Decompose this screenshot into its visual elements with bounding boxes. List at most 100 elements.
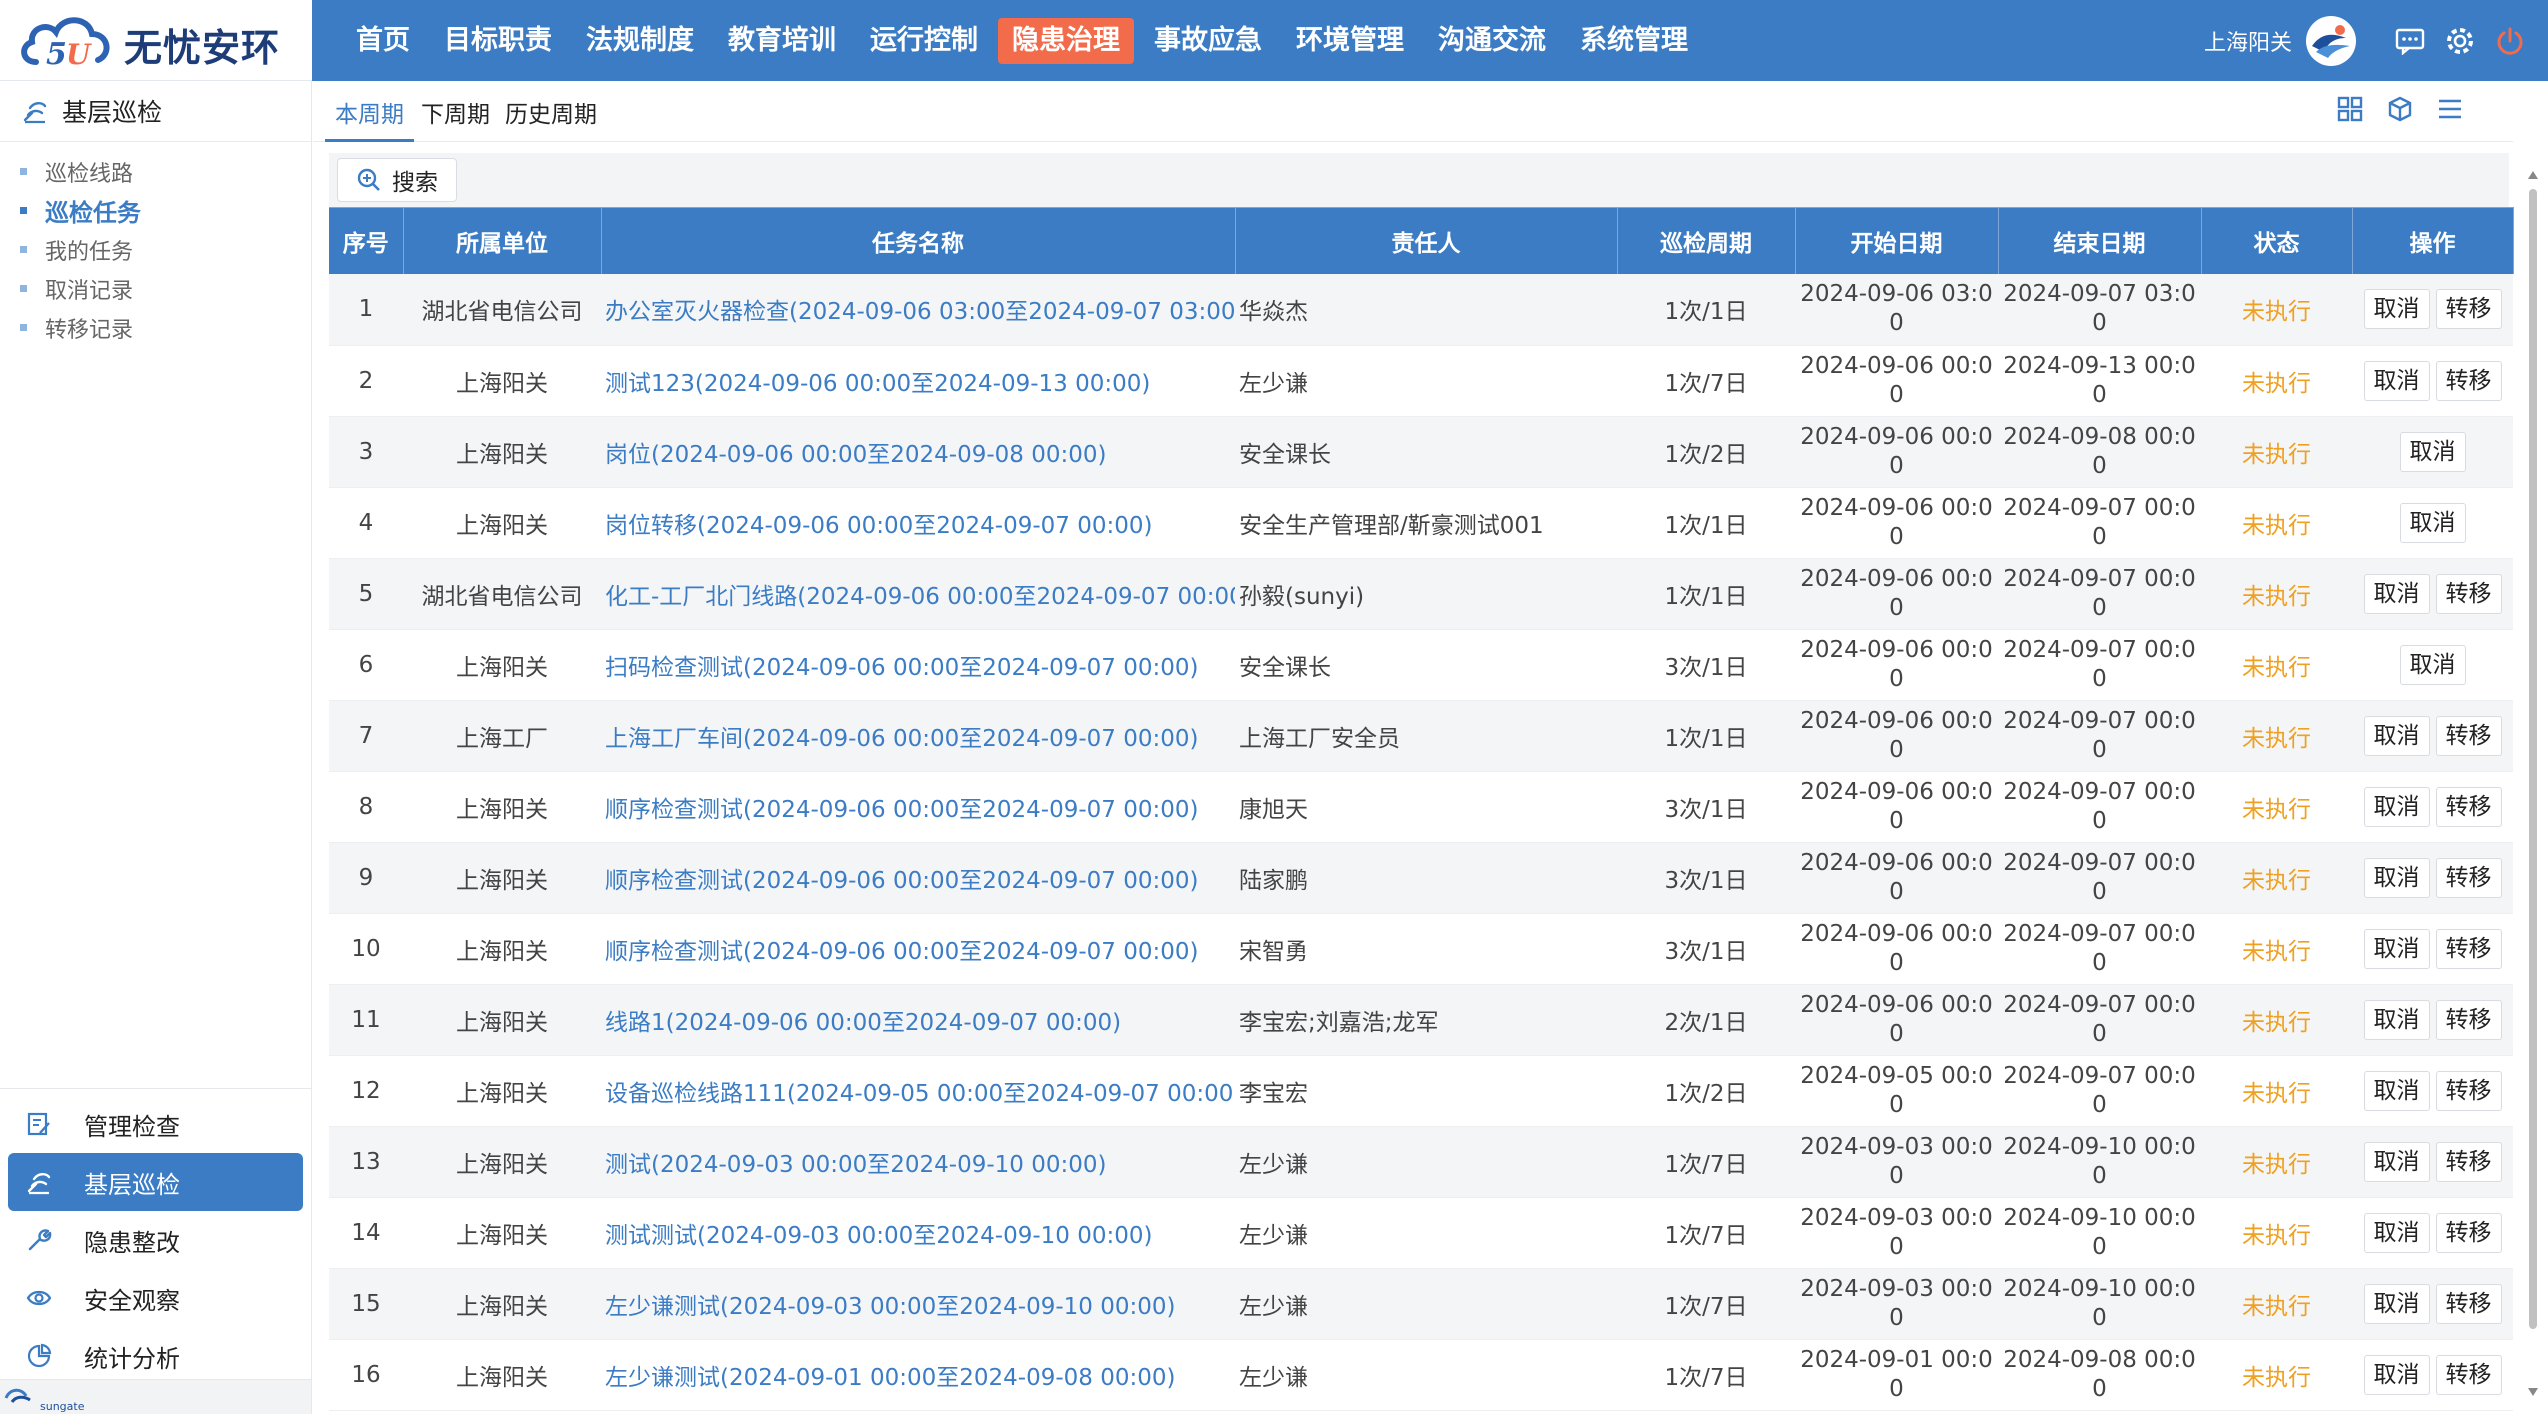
list-view-icon[interactable] — [2432, 91, 2468, 127]
nav-item-6[interactable]: 事故应急 — [1140, 18, 1276, 64]
task-name-link[interactable]: 测试测试(2024-09-03 00:00至2024-09-10 00:00) — [601, 1197, 1235, 1269]
task-name-link[interactable]: 线路1(2024-09-06 00:00至2024-09-07 00:00) — [601, 984, 1235, 1056]
task-name-link[interactable]: 设备巡检线路111(2024-09-05 00:00至2024-09-07 00… — [601, 1055, 1235, 1127]
sidebar-module-0[interactable]: 管理检查 — [8, 1095, 303, 1153]
cancel-button[interactable]: 取消 — [2363, 928, 2430, 969]
tab-0[interactable]: 本周期 — [325, 95, 414, 142]
grid-view-icon[interactable] — [2332, 91, 2368, 127]
transfer-button[interactable]: 转移 — [2435, 999, 2502, 1040]
sidebar-sub-item-3[interactable]: 取消记录 — [0, 269, 311, 308]
transfer-button[interactable]: 转移 — [2435, 1070, 2502, 1111]
scroll-up-icon[interactable] — [2528, 171, 2538, 179]
nav-item-4[interactable]: 运行控制 — [856, 18, 992, 64]
transfer-button[interactable]: 转移 — [2435, 1212, 2502, 1253]
start-date-cell: 2024-09-06 00:00 — [1795, 700, 1998, 772]
cancel-button[interactable]: 取消 — [2399, 502, 2466, 543]
column-header-3[interactable]: 责任人 — [1235, 207, 1618, 274]
search-button[interactable]: 搜索 — [337, 158, 457, 202]
column-header-2[interactable]: 任务名称 — [601, 207, 1236, 274]
nav-item-8[interactable]: 沟通交流 — [1424, 18, 1560, 64]
column-header-6[interactable]: 结束日期 — [1998, 207, 2202, 274]
task-name-link[interactable]: 岗位(2024-09-06 00:00至2024-09-08 00:00) — [601, 416, 1235, 488]
sidebar-module-2[interactable]: 隐患整改 — [8, 1211, 303, 1269]
transfer-button[interactable]: 转移 — [2435, 289, 2502, 330]
logo[interactable]: 5 U 无忧安环 — [0, 0, 312, 81]
cancel-button[interactable]: 取消 — [2363, 1212, 2430, 1253]
scrollbar-thumb[interactable] — [2529, 189, 2537, 1329]
cancel-button[interactable]: 取消 — [2363, 715, 2430, 756]
cancel-button[interactable]: 取消 — [2363, 999, 2430, 1040]
task-name-link[interactable]: 测试123(2024-09-06 00:00至2024-09-13 00:00) — [601, 345, 1235, 417]
cancel-button[interactable]: 取消 — [2363, 857, 2430, 898]
cancel-button[interactable]: 取消 — [2363, 1141, 2430, 1182]
column-header-7[interactable]: 状态 — [2201, 207, 2353, 274]
end-date-cell: 2024-09-07 00:00 — [1998, 629, 2201, 701]
task-name-link[interactable]: 化工-工厂北门线路(2024-09-06 00:00至2024-09-07 00… — [601, 558, 1235, 630]
cycle-cell: 3次/1日 — [1617, 629, 1795, 701]
cancel-button[interactable]: 取消 — [2363, 1070, 2430, 1111]
nav-item-3[interactable]: 教育培训 — [714, 18, 850, 64]
column-header-8[interactable]: 操作 — [2352, 207, 2514, 274]
status-badge: 未执行 — [2201, 629, 2352, 701]
tab-1[interactable]: 下周期 — [421, 95, 490, 139]
nav-item-7[interactable]: 环境管理 — [1282, 18, 1418, 64]
transfer-button[interactable]: 转移 — [2435, 1283, 2502, 1324]
cancel-button[interactable]: 取消 — [2399, 431, 2466, 472]
cancel-button[interactable]: 取消 — [2363, 1354, 2430, 1395]
status-badge: 未执行 — [2201, 416, 2352, 488]
task-name-link[interactable]: 扫码检查测试(2024-09-06 00:00至2024-09-07 00:00… — [601, 629, 1235, 701]
cube-view-icon[interactable] — [2382, 91, 2418, 127]
task-name-link[interactable]: 顺序检查测试(2024-09-06 00:00至2024-09-07 00:00… — [601, 771, 1235, 843]
task-name-link[interactable]: 岗位转移(2024-09-06 00:00至2024-09-07 00:00) — [601, 487, 1235, 559]
unit-cell: 上海阳关 — [403, 1197, 601, 1269]
column-header-4[interactable]: 巡检周期 — [1617, 207, 1796, 274]
transfer-button[interactable]: 转移 — [2435, 1141, 2502, 1182]
message-icon[interactable] — [2392, 23, 2428, 59]
sidebar-module-3[interactable]: 安全观察 — [8, 1269, 303, 1327]
nav-item-0[interactable]: 首页 — [342, 18, 424, 64]
user-name[interactable]: 上海阳关 — [2204, 25, 2292, 57]
column-header-1[interactable]: 所属单位 — [403, 207, 602, 274]
nav-item-9[interactable]: 系统管理 — [1566, 18, 1702, 64]
vertical-scrollbar[interactable] — [2526, 171, 2540, 1396]
cancel-button[interactable]: 取消 — [2363, 360, 2430, 401]
transfer-button[interactable]: 转移 — [2435, 715, 2502, 756]
sidebar-module-1[interactable]: 基层巡检 — [8, 1153, 303, 1211]
actions-cell: 取消 转移 — [2352, 1055, 2513, 1127]
cancel-button[interactable]: 取消 — [2363, 786, 2430, 827]
tab-2[interactable]: 历史周期 — [505, 95, 597, 139]
transfer-button[interactable]: 转移 — [2435, 360, 2502, 401]
task-name-link[interactable]: 上海工厂车间(2024-09-06 00:00至2024-09-07 00:00… — [601, 700, 1235, 772]
cancel-button[interactable]: 取消 — [2363, 1283, 2430, 1324]
task-name-link[interactable]: 顺序检查测试(2024-09-06 00:00至2024-09-07 00:00… — [601, 913, 1235, 985]
sidebar-sub-item-1[interactable]: 巡检任务 — [0, 191, 311, 230]
task-name-link[interactable]: 左少谦测试(2024-09-03 00:00至2024-09-10 00:00) — [601, 1268, 1235, 1340]
task-name-link[interactable]: 顺序检查测试(2024-09-06 00:00至2024-09-07 00:00… — [601, 842, 1235, 914]
cancel-button[interactable]: 取消 — [2363, 289, 2430, 330]
task-name-link[interactable]: 测试(2024-09-03 00:00至2024-09-10 00:00) — [601, 1126, 1235, 1198]
cancel-button[interactable]: 取消 — [2399, 644, 2466, 685]
cancel-button[interactable]: 取消 — [2363, 573, 2430, 614]
task-name-link[interactable]: 办公室灭火器检查(2024-09-06 03:00至2024-09-07 03:… — [601, 274, 1235, 346]
sidebar-sub-item-0[interactable]: 巡检线路 — [0, 152, 311, 191]
column-header-0[interactable]: 序号 — [329, 207, 404, 274]
sidebar-sub-item-4[interactable]: 转移记录 — [0, 308, 311, 347]
sidebar-module-4[interactable]: 统计分析 — [8, 1327, 303, 1385]
task-name-link[interactable]: 左少谦测试(2024-09-01 00:00至2024-09-08 00:00) — [601, 1339, 1235, 1411]
nav-item-1[interactable]: 目标职责 — [430, 18, 566, 64]
transfer-button[interactable]: 转移 — [2435, 1354, 2502, 1395]
column-header-5[interactable]: 开始日期 — [1795, 207, 1999, 274]
nav-item-2[interactable]: 法规制度 — [572, 18, 708, 64]
transfer-button[interactable]: 转移 — [2435, 928, 2502, 969]
transfer-button[interactable]: 转移 — [2435, 857, 2502, 898]
transfer-button[interactable]: 转移 — [2435, 573, 2502, 614]
nav-item-5[interactable]: 隐患治理 — [998, 17, 1134, 64]
transfer-button[interactable]: 转移 — [2435, 786, 2502, 827]
cycle-cell: 3次/1日 — [1617, 913, 1795, 985]
pie-chart-icon — [26, 1343, 68, 1369]
sidebar-sub-item-2[interactable]: 我的任务 — [0, 230, 311, 269]
avatar[interactable] — [2306, 15, 2356, 66]
scroll-down-icon[interactable] — [2528, 1388, 2538, 1396]
gear-icon[interactable] — [2442, 23, 2478, 59]
power-icon[interactable] — [2492, 23, 2528, 59]
